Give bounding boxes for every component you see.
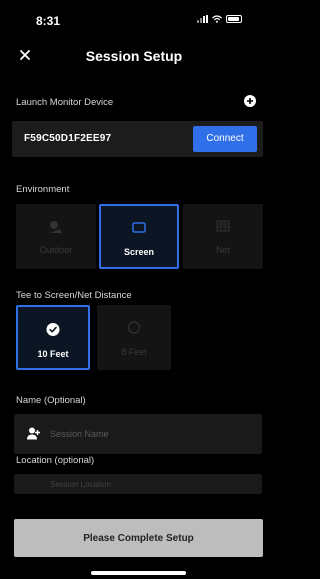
- cellular-signal-icon: [197, 15, 208, 23]
- location-label: Location (optional): [16, 455, 95, 466]
- distance-label: Tee to Screen/Net Distance: [16, 290, 132, 301]
- environment-option-label: Net: [215, 245, 230, 255]
- complete-setup-button[interactable]: Please Complete Setup: [14, 519, 263, 557]
- distance-option-8-feet[interactable]: 8 Feet: [97, 305, 171, 370]
- session-name-input[interactable]: [50, 426, 250, 442]
- session-location-field: [14, 474, 262, 494]
- device-row: F59C50D1F2EE97 Connect: [12, 121, 263, 157]
- distance-option-10-feet[interactable]: 10 Feet: [16, 305, 90, 370]
- add-device-icon[interactable]: [244, 95, 256, 107]
- screen-icon: [132, 222, 146, 233]
- connect-button[interactable]: Connect: [193, 126, 257, 152]
- golf-ball-icon: [50, 221, 62, 233]
- check-circle-icon: [46, 323, 60, 336]
- battery-icon: [226, 15, 242, 23]
- environment-label: Environment: [16, 184, 70, 195]
- session-name-field: [14, 414, 262, 454]
- distance-option-label: 8 Feet: [121, 347, 147, 357]
- distance-option-label: 10 Feet: [37, 349, 69, 359]
- launch-monitor-label: Launch Monitor Device: [16, 97, 114, 108]
- nav-bar: Session Setup: [0, 40, 268, 74]
- circle-icon: [127, 321, 141, 334]
- session-location-input[interactable]: [50, 478, 250, 490]
- environment-option-outdoor[interactable]: Outdoor: [16, 204, 96, 269]
- home-indicator: [91, 571, 186, 575]
- device-id: F59C50D1F2EE97: [24, 133, 112, 144]
- status-icons: [197, 15, 242, 23]
- name-label: Name (Optional): [16, 395, 86, 406]
- environment-option-screen[interactable]: Screen: [99, 204, 179, 269]
- wifi-icon: [212, 15, 222, 23]
- environment-option-net[interactable]: Net: [183, 204, 263, 269]
- status-time: 8:31: [36, 14, 61, 28]
- person-icon: [27, 427, 40, 440]
- status-bar: 8:31: [0, 0, 268, 40]
- environment-option-label: Outdoor: [39, 245, 73, 255]
- environment-option-label: Screen: [123, 247, 155, 257]
- net-icon: [216, 220, 230, 232]
- page-title: Session Setup: [85, 48, 183, 64]
